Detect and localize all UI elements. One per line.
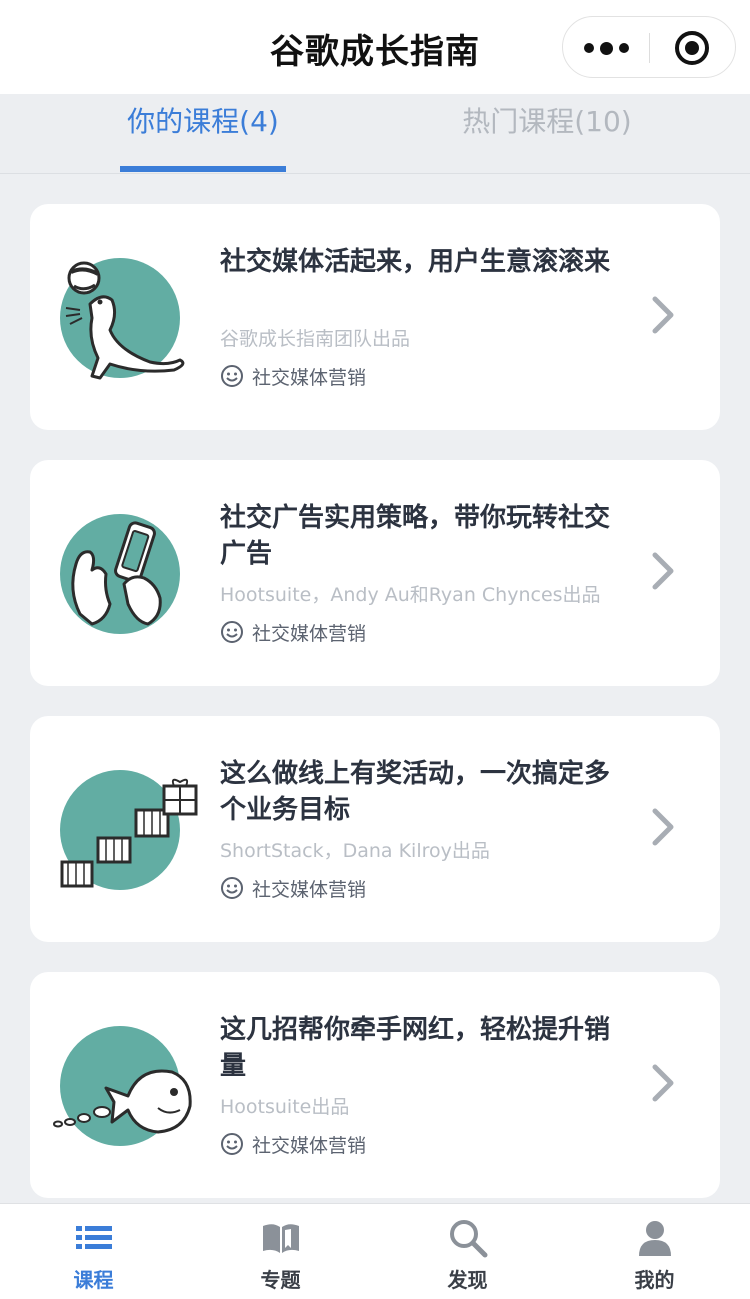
smile-icon <box>221 877 243 899</box>
nav-label: 发现 <box>447 1268 488 1292</box>
course-tabs: 你的课程(4) 热门课程(10) <box>0 94 750 174</box>
nav-label: 专题 <box>260 1268 301 1292</box>
course-title: 这几招帮你牵手网红，轻松提升销量 <box>220 1015 611 1081</box>
user-icon <box>639 1221 671 1256</box>
course-card[interactable]: 社交媒体活起来，用户生意滚滚来 谷歌成长指南团队出品 社交媒体营销 <box>30 204 720 430</box>
bottom-tab-bar: 课程 专题 发现 我的 <box>0 1203 750 1299</box>
chevron-right-icon <box>652 552 674 590</box>
top-bar: 谷歌成长指南 <box>0 0 750 94</box>
page: 谷歌成长指南 你的课程(4) 热门课程(10) 社交媒体活起来，用户生意滚滚来 … <box>0 0 750 1299</box>
course-card[interactable]: 社交广告实用策略，带你玩转社交广告 Hootsuite，Andy Au和Ryan… <box>30 460 720 686</box>
course-title: 社交广告实用策略，带你玩转社交广告 <box>220 503 611 569</box>
course-title: 这么做线上有奖活动，一次搞定多个业务目标 <box>220 759 611 825</box>
course-author: Hootsuite出品 <box>220 1096 350 1118</box>
list-icon <box>76 1226 112 1249</box>
chevron-right-icon <box>652 1064 674 1102</box>
course-tag-label: 社交媒体营销 <box>252 366 367 389</box>
target-close-icon[interactable] <box>675 31 709 65</box>
course-tag-label: 社交媒体营销 <box>252 1134 367 1157</box>
active-tab-indicator <box>120 166 286 172</box>
course-tag-label: 社交媒体营销 <box>252 878 367 901</box>
more-dots-icon[interactable] <box>563 17 649 79</box>
nav-profile[interactable]: 我的 <box>561 1204 748 1299</box>
course-author: 谷歌成长指南团队出品 <box>220 328 411 350</box>
mini-program-capsule <box>562 16 736 78</box>
nav-label: 我的 <box>634 1268 675 1292</box>
smile-icon <box>221 621 243 643</box>
nav-topics[interactable]: 专题 <box>187 1204 374 1299</box>
course-list: 社交媒体活起来，用户生意滚滚来 谷歌成长指南团队出品 社交媒体营销 社交广告实用… <box>30 204 720 1228</box>
course-tag: 社交媒体营销 <box>220 618 366 646</box>
search-icon <box>450 1220 488 1258</box>
course-title: 社交媒体活起来，用户生意滚滚来 <box>220 247 611 277</box>
chevron-right-icon <box>652 296 674 334</box>
course-tag: 社交媒体营销 <box>220 874 366 902</box>
capsule-divider <box>649 33 650 63</box>
smile-icon <box>221 1133 243 1155</box>
nav-courses[interactable]: 课程 <box>0 1204 187 1299</box>
smile-icon <box>221 365 243 387</box>
tab-my-courses[interactable]: 你的课程(4) <box>120 102 286 142</box>
seal-with-ball-icon <box>60 258 185 380</box>
course-tag-label: 社交媒体营销 <box>252 622 367 645</box>
chevron-right-icon <box>652 808 674 846</box>
tab-hot-courses[interactable]: 热门课程(10) <box>462 102 632 142</box>
hands-with-phone-icon <box>60 514 180 634</box>
book-icon <box>263 1224 299 1253</box>
course-tag: 社交媒体营销 <box>220 1130 366 1158</box>
nav-label: 课程 <box>73 1268 114 1292</box>
course-card[interactable]: 这几招帮你牵手网红，轻松提升销量 Hootsuite出品 社交媒体营销 <box>30 972 720 1198</box>
nav-discover[interactable]: 发现 <box>374 1204 561 1299</box>
course-author: ShortStack，Dana Kilroy出品 <box>220 840 490 862</box>
course-author: Hootsuite，Andy Au和Ryan Chynces出品 <box>220 584 601 606</box>
fish-chasing-fish-icon <box>53 1026 200 1146</box>
course-card[interactable]: 这么做线上有奖活动，一次搞定多个业务目标 ShortStack，Dana Kil… <box>30 716 720 942</box>
gift-boxes-stairs-icon <box>60 770 198 890</box>
course-tag: 社交媒体营销 <box>220 362 366 390</box>
